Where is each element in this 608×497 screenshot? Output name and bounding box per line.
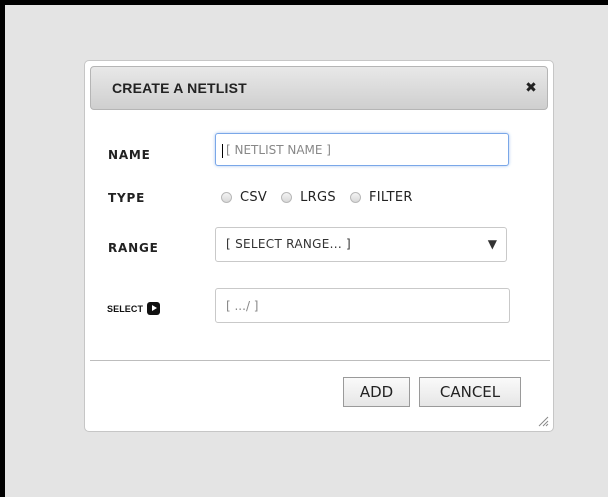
add-button[interactable]: ADD (343, 377, 410, 407)
text-cursor (222, 144, 223, 158)
select-path-input[interactable] (215, 288, 510, 323)
netlist-name-input[interactable] (215, 133, 509, 166)
name-label: NAME (108, 148, 151, 162)
radio-filter-label[interactable]: FILTER (369, 190, 413, 205)
radio-lrgs-label[interactable]: LRGS (300, 190, 336, 205)
range-label: RANGE (108, 241, 159, 255)
radio-csv-label[interactable]: CSV (240, 190, 267, 205)
close-icon[interactable]: ✖ (523, 80, 539, 96)
select-label: SELECT (107, 303, 144, 314)
play-icon[interactable] (147, 302, 161, 315)
select-label-group: SELECT (107, 302, 161, 315)
resize-grip-icon[interactable] (537, 415, 549, 427)
dialog-title: CREATE A NETLIST (112, 80, 247, 96)
footer-divider (90, 360, 550, 361)
range-select[interactable]: [ SELECT RANGE... ] ▼ (215, 227, 507, 262)
type-label: TYPE (108, 191, 146, 205)
radio-csv[interactable] (221, 191, 232, 203)
chevron-down-icon: ▼ (487, 237, 497, 251)
range-select-value: [ SELECT RANGE... ] (226, 237, 352, 251)
dialog-titlebar[interactable]: CREATE A NETLIST ✖ (90, 66, 548, 110)
type-radio-group: CSV LRGS FILTER (221, 188, 427, 206)
cancel-button[interactable]: CANCEL (419, 377, 521, 407)
radio-filter[interactable] (349, 191, 361, 203)
radio-lrgs[interactable] (281, 191, 293, 203)
